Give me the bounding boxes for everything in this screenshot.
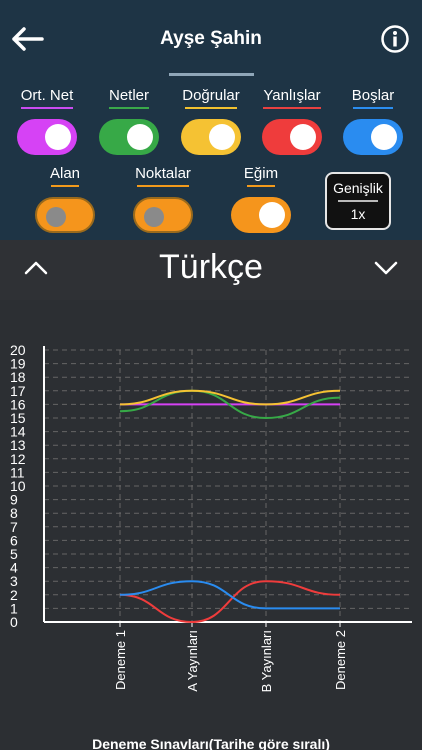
chevron-down-icon[interactable] <box>372 254 400 282</box>
student-name-title: Ayşe Şahin <box>160 28 262 49</box>
toggle-underline <box>51 185 79 187</box>
x-tick-label: A Yayınları <box>185 630 200 692</box>
y-tick-label: 9 <box>10 492 18 508</box>
toggle-underline <box>21 107 73 109</box>
toggle-underline <box>247 185 275 187</box>
toggle-switch[interactable] <box>35 197 95 233</box>
toggle-label: Doğrular <box>182 87 240 104</box>
toggle-label: Alan <box>49 165 81 182</box>
toggle-knob <box>127 124 153 150</box>
x-tick-label: Deneme 2 <box>333 630 348 690</box>
title-underline <box>169 73 254 76</box>
toggle-label: Yanlışlar <box>263 87 321 104</box>
info-icon[interactable] <box>380 24 410 54</box>
subject-title: Türkçe <box>159 248 263 286</box>
toggle-row1-4: Boşlar <box>333 87 413 155</box>
toggle-knob <box>209 124 235 150</box>
y-tick-label: 20 <box>10 342 26 358</box>
width-divider <box>338 200 378 202</box>
toggle-row2-0: Alan <box>25 165 105 233</box>
y-tick-label: 4 <box>10 560 18 576</box>
toggle-knob <box>46 207 66 227</box>
x-axis-title: Deneme Sınavları(Tarihe göre sıralı) <box>92 736 330 750</box>
toggle-underline <box>109 107 149 109</box>
y-tick-label: 14 <box>10 424 26 440</box>
toggle-switch[interactable] <box>99 119 159 155</box>
width-label: Genişlik <box>333 180 383 196</box>
toggle-switch[interactable] <box>262 119 322 155</box>
toggle-row1-0: Ort. Net <box>7 87 87 155</box>
toggle-switch[interactable] <box>181 119 241 155</box>
toggle-knob <box>45 124 71 150</box>
width-value: 1x <box>350 206 366 222</box>
line-chart: 01234567891011121314151617181920Deneme 1… <box>10 342 412 692</box>
toggle-knob <box>144 207 164 227</box>
width-button[interactable]: Genişlik 1x <box>325 172 391 230</box>
toggle-label: Eğim <box>243 165 279 182</box>
toggle-knob <box>259 202 285 228</box>
toggle-row1-2: Doğrular <box>171 87 251 155</box>
toggle-underline <box>185 107 237 109</box>
series-line-yanlislar <box>119 580 341 624</box>
toggle-switch[interactable] <box>231 197 291 233</box>
toggle-label: Noktalar <box>135 165 191 182</box>
y-tick-label: 19 <box>10 356 26 372</box>
toggle-underline <box>353 107 393 109</box>
toggle-switch[interactable] <box>343 119 403 155</box>
x-tick-label: B Yayınları <box>259 630 274 692</box>
toggle-knob <box>290 124 316 150</box>
toggle-underline <box>137 185 189 187</box>
toggle-row2-2: Eğim <box>221 165 301 233</box>
x-tick-label: Deneme 1 <box>113 630 128 690</box>
toggle-row2-1: Noktalar <box>123 165 203 233</box>
toggle-row1-3: Yanlışlar <box>252 87 332 155</box>
toggle-switch[interactable] <box>133 197 193 233</box>
toggle-row1-1: Netler <box>89 87 169 155</box>
toggle-label: Boşlar <box>351 87 395 104</box>
toggle-label: Netler <box>108 87 149 104</box>
toggle-switch[interactable] <box>17 119 77 155</box>
toggle-label: Ort. Net <box>20 87 74 104</box>
toggle-knob <box>371 124 397 150</box>
toggle-underline <box>263 107 321 109</box>
